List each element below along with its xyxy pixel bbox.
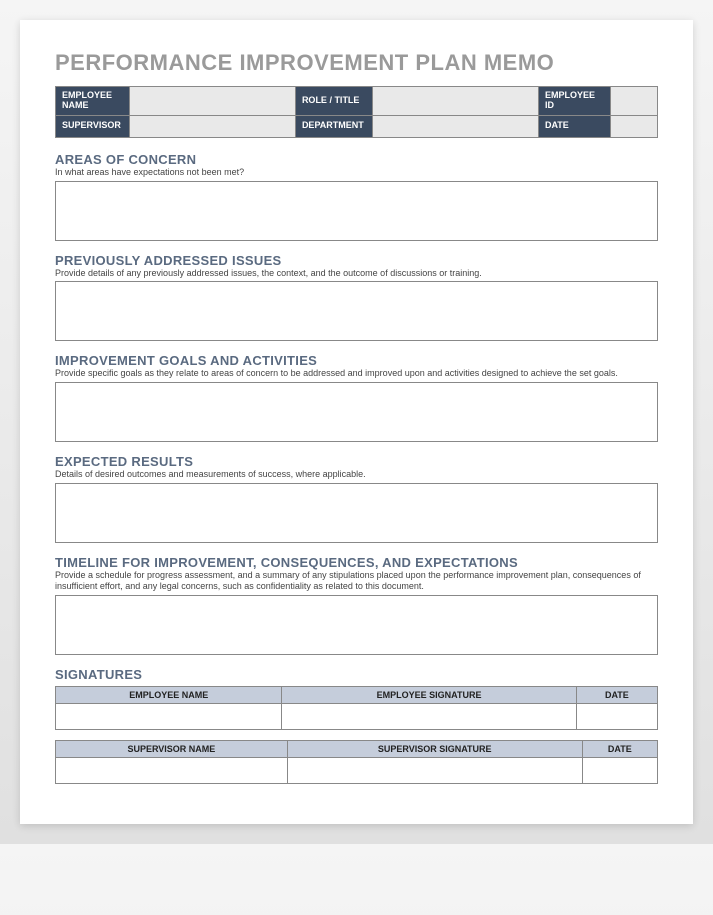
sig-field-employee-signature[interactable]: [282, 703, 576, 729]
sig-header-date: DATE: [576, 686, 657, 703]
sig-field-supervisor-date[interactable]: [582, 757, 657, 783]
field-department[interactable]: [373, 115, 539, 137]
sig-field-employee-name[interactable]: [56, 703, 282, 729]
section-desc-previous: Provide details of any previously addres…: [55, 268, 658, 279]
section-box-expected[interactable]: [55, 483, 658, 543]
field-employee-id[interactable]: [611, 87, 658, 116]
label-employee-id: EMPLOYEE ID: [538, 87, 610, 116]
section-title-previous: PREVIOUSLY ADDRESSED ISSUES: [55, 253, 658, 268]
section-title-goals: IMPROVEMENT GOALS AND ACTIVITIES: [55, 353, 658, 368]
sig-field-supervisor-signature[interactable]: [287, 757, 582, 783]
signature-table-employee: EMPLOYEE NAME EMPLOYEE SIGNATURE DATE: [55, 686, 658, 730]
label-supervisor: SUPERVISOR: [56, 115, 130, 137]
signature-table-supervisor: SUPERVISOR NAME SUPERVISOR SIGNATURE DAT…: [55, 740, 658, 784]
section-title-areas: AREAS OF CONCERN: [55, 152, 658, 167]
section-box-previous[interactable]: [55, 281, 658, 341]
section-desc-areas: In what areas have expectations not been…: [55, 167, 658, 178]
sig-header-supervisor-date: DATE: [582, 740, 657, 757]
field-date[interactable]: [611, 115, 658, 137]
sig-header-supervisor-name: SUPERVISOR NAME: [56, 740, 288, 757]
sig-header-employee-name: EMPLOYEE NAME: [56, 686, 282, 703]
label-employee-name: EMPLOYEE NAME: [56, 87, 130, 116]
section-title-expected: EXPECTED RESULTS: [55, 454, 658, 469]
section-box-goals[interactable]: [55, 382, 658, 442]
section-title-timeline: TIMELINE FOR IMPROVEMENT, CONSEQUENCES, …: [55, 555, 658, 570]
document-page: PERFORMANCE IMPROVEMENT PLAN MEMO EMPLOY…: [20, 20, 693, 824]
label-department: DEPARTMENT: [295, 115, 372, 137]
section-desc-timeline: Provide a schedule for progress assessme…: [55, 570, 658, 592]
section-desc-expected: Details of desired outcomes and measurem…: [55, 469, 658, 480]
field-role-title[interactable]: [373, 87, 539, 116]
section-desc-goals: Provide specific goals as they relate to…: [55, 368, 658, 379]
section-box-timeline[interactable]: [55, 595, 658, 655]
section-title-signatures: SIGNATURES: [55, 667, 658, 682]
sig-header-employee-signature: EMPLOYEE SIGNATURE: [282, 686, 576, 703]
label-role-title: ROLE / TITLE: [295, 87, 372, 116]
sig-field-supervisor-name[interactable]: [56, 757, 288, 783]
sig-field-employee-date[interactable]: [576, 703, 657, 729]
page-title: PERFORMANCE IMPROVEMENT PLAN MEMO: [55, 50, 658, 76]
section-box-areas[interactable]: [55, 181, 658, 241]
field-supervisor[interactable]: [130, 115, 296, 137]
sig-header-supervisor-signature: SUPERVISOR SIGNATURE: [287, 740, 582, 757]
label-date: DATE: [538, 115, 610, 137]
employee-info-table: EMPLOYEE NAME ROLE / TITLE EMPLOYEE ID S…: [55, 86, 658, 138]
field-employee-name[interactable]: [130, 87, 296, 116]
